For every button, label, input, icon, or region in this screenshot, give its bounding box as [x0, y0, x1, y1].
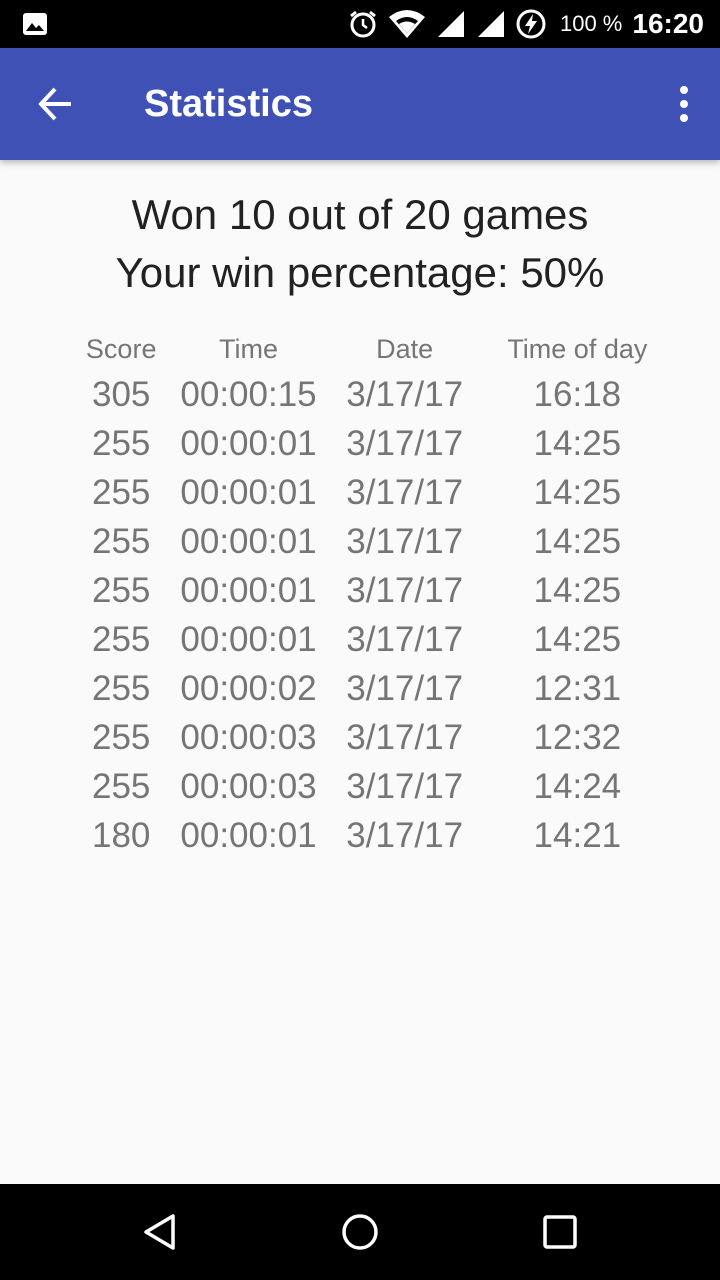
- cell-time-of-day: 14:25: [533, 619, 622, 659]
- table-row: 255 00:00:01 3/17/17 14:25: [62, 468, 662, 517]
- cell-time-of-day: 14:25: [533, 472, 622, 512]
- recents-square-icon[interactable]: [540, 1212, 580, 1252]
- cell-date: 3/17/17: [346, 766, 464, 806]
- arrow-back-icon[interactable]: [38, 86, 74, 122]
- cell-time: 00:00:02: [180, 668, 317, 708]
- table-row: 255 00:00:01 3/17/17 14:25: [62, 517, 662, 566]
- win-percentage-text: Your win percentage: 50%: [115, 249, 605, 296]
- cell-time: 00:00:01: [180, 815, 317, 855]
- cell-score: 255: [92, 521, 151, 561]
- stats-table: Score Time Date Time of day 305 00:00:15…: [62, 328, 662, 860]
- home-circle-icon[interactable]: [340, 1212, 380, 1252]
- cell-time-of-day: 14:24: [533, 766, 622, 806]
- cell-score: 255: [92, 619, 151, 659]
- cell-time: 00:00:15: [180, 374, 317, 414]
- table-row: 255 00:00:02 3/17/17 12:31: [62, 664, 662, 713]
- battery-percentage: 100 %: [559, 11, 623, 36]
- cell-time: 00:00:01: [180, 423, 317, 463]
- navigation-bar: [0, 1184, 720, 1280]
- cell-date: 3/17/17: [346, 423, 464, 463]
- cell-score: 255: [92, 423, 151, 463]
- cell-time-of-day: 14:25: [533, 423, 622, 463]
- table-row: 255 00:00:01 3/17/17 14:25: [62, 615, 662, 664]
- cell-time-of-day: 14:25: [533, 570, 622, 610]
- cell-score: 255: [92, 668, 151, 708]
- cell-time: 00:00:03: [180, 766, 317, 806]
- table-row: 255 00:00:03 3/17/17 14:24: [62, 762, 662, 811]
- cell-time-of-day: 12:32: [533, 717, 622, 757]
- cell-date: 3/17/17: [346, 570, 464, 610]
- cell-date: 3/17/17: [346, 374, 464, 414]
- page-title: Statistics: [144, 83, 313, 125]
- cell-time: 00:00:01: [180, 521, 317, 561]
- header-score: Score: [85, 333, 157, 364]
- table-row: 180 00:00:01 3/17/17 14:21: [62, 811, 662, 860]
- more-vert-icon[interactable]: [676, 84, 692, 124]
- cell-score: 255: [92, 472, 151, 512]
- cell-score: 305: [92, 374, 151, 414]
- status-clock: 16:20: [632, 8, 704, 39]
- cell-score: 180: [92, 815, 151, 855]
- win-summary: Won 10 out of 20 games Your win percenta…: [0, 186, 720, 302]
- table-row: 255 00:00:01 3/17/17 14:25: [62, 566, 662, 615]
- image-icon: [23, 13, 47, 35]
- cell-date: 3/17/17: [346, 619, 464, 659]
- cell-date: 3/17/17: [346, 815, 464, 855]
- wifi-icon: [388, 10, 425, 38]
- cell-date: 3/17/17: [346, 668, 464, 708]
- games-won-text: Won 10 out of 20 games: [131, 191, 589, 238]
- cell-time-of-day: 16:18: [533, 374, 622, 414]
- table-row: 305 00:00:15 3/17/17 16:18: [62, 370, 662, 419]
- cell-time-of-day: 14:21: [533, 815, 622, 855]
- cell-time: 00:00:01: [180, 570, 317, 610]
- signal-icon: [437, 11, 464, 37]
- signal-icon: [477, 11, 504, 37]
- cell-date: 3/17/17: [346, 521, 464, 561]
- table-row: 255 00:00:01 3/17/17 14:25: [62, 419, 662, 468]
- cell-time-of-day: 12:31: [533, 668, 622, 708]
- back-triangle-icon[interactable]: [140, 1212, 180, 1252]
- cell-time: 00:00:03: [180, 717, 317, 757]
- header-time: Time: [219, 333, 279, 364]
- header-time-of-day: Time of day: [507, 333, 648, 364]
- battery-charging-icon: [516, 9, 546, 39]
- alarm-icon: [350, 10, 376, 38]
- header-date: Date: [376, 333, 434, 364]
- app-bar: Statistics: [0, 48, 720, 160]
- cell-date: 3/17/17: [346, 472, 464, 512]
- cell-score: 255: [92, 717, 151, 757]
- cell-time: 00:00:01: [180, 619, 317, 659]
- cell-time-of-day: 14:25: [533, 521, 622, 561]
- cell-date: 3/17/17: [346, 717, 464, 757]
- table-row: 255 00:00:03 3/17/17 12:32: [62, 713, 662, 762]
- cell-score: 255: [92, 570, 151, 610]
- status-bar: 100 % 16:20: [0, 0, 720, 48]
- cell-time: 00:00:01: [180, 472, 317, 512]
- cell-score: 255: [92, 766, 151, 806]
- table-header-row: Score Time Date Time of day: [62, 328, 662, 370]
